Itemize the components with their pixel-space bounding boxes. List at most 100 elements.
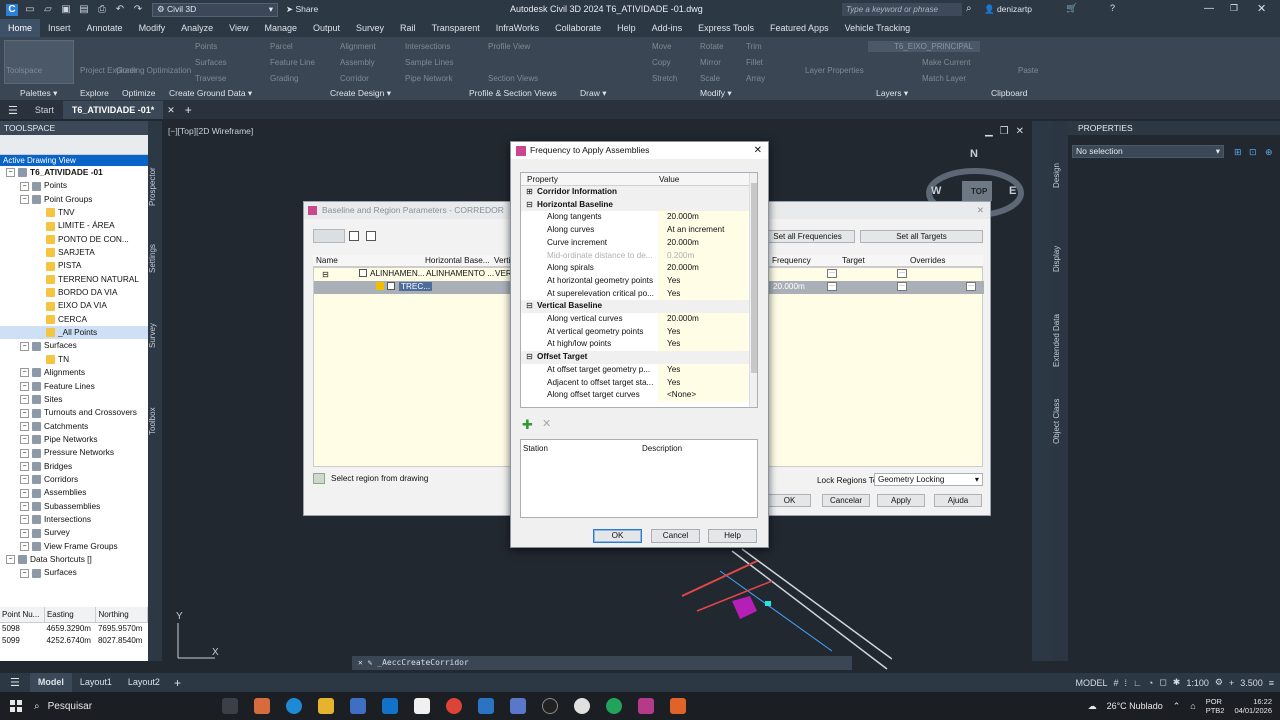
edge-icon[interactable] [286,698,302,714]
tree-item[interactable]: − Alignments [0,366,148,379]
polar-icon[interactable]: ◔ [1148,678,1153,688]
property-row[interactable]: Along curves At an increment [521,224,749,237]
mirror-tool[interactable]: Mirror [700,58,721,67]
expand-icon[interactable]: − [20,421,29,431]
property-value[interactable]: Yes [658,338,748,352]
panel-create-ground-data[interactable]: Create Ground Data ▾ [169,88,252,99]
tab-insert[interactable]: Insert [40,19,79,37]
weather-text[interactable]: 26°C Nublado [1107,701,1163,711]
tab-add-ins[interactable]: Add-ins [644,19,691,37]
expand-icon[interactable]: − [20,461,29,471]
task-view-icon[interactable] [222,698,238,714]
close-icon[interactable]: ✕ [1016,126,1024,137]
vertical-scrollbar[interactable] [749,173,757,407]
property-value[interactable]: Yes [658,363,748,377]
open-file-icon[interactable]: ▱ [42,4,54,16]
property-row[interactable]: At vertical geometry points Yes [521,325,749,339]
osnap-icon[interactable]: ◻ [1159,677,1166,688]
col-name[interactable]: Name [316,256,338,265]
property-value[interactable]: 20.000m [658,236,748,250]
property-category[interactable]: ⊟ Offset Target [521,351,749,364]
tree-item[interactable]: PONTO DE CON... [0,233,148,246]
ok-button[interactable]: OK [768,494,811,507]
tree-item[interactable]: TN [0,353,148,366]
tab-annotate[interactable]: Annotate [79,19,131,37]
tree-item[interactable]: BORDO DA VIA [0,286,148,299]
sample-lines-tool[interactable]: Sample Lines [405,58,453,67]
property-value[interactable]: 20.000m [658,262,748,275]
tab-drawing[interactable]: T6_ATIVIDADE -01* [62,101,164,119]
restore-icon[interactable]: ❐ [1000,126,1009,137]
tab-view[interactable]: View [221,19,256,37]
panel-clipboard[interactable]: Clipboard [991,88,1027,98]
region-checkbox[interactable] [387,282,395,290]
expand-icon[interactable]: − [20,568,29,578]
property-value[interactable]: Yes [658,287,748,301]
tree-item[interactable]: − Subassemblies [0,500,148,513]
property-row[interactable]: Along vertical curves 20.000m [521,313,749,326]
annotation-scale-icon[interactable]: ✱ [1173,677,1181,688]
undo-icon[interactable]: ↶ [114,4,126,16]
cancel-button[interactable]: Cancelar [822,494,870,507]
property-row[interactable]: Curve increment 20.000m [521,236,749,250]
col-station[interactable]: Station [523,444,548,453]
property-row[interactable]: Adjacent to offset target sta... Yes [521,376,749,390]
recorder-icon[interactable] [670,698,686,714]
close-icon[interactable]: ✕ [977,202,984,219]
tab-object-class[interactable]: Object Class [1052,396,1066,446]
tree-item[interactable]: − Catchments [0,420,148,433]
plot-icon[interactable]: ⎙ [96,4,108,16]
property-value[interactable]: Yes [658,274,748,288]
select-region-button[interactable]: Select region from drawing [313,472,508,486]
command-text[interactable]: _AeccCreateCorridor [377,658,469,667]
expand-icon[interactable]: − [20,528,29,538]
cart-icon[interactable]: 🛒 [1066,3,1077,14]
app-logo-icon[interactable]: C [6,3,18,16]
tab-display[interactable]: Display [1052,239,1066,279]
expand-icon[interactable]: − [20,181,29,191]
col-easting[interactable]: Easting [44,607,97,623]
tree-item[interactable]: LIMITE - ÁREA [0,219,148,232]
value-display[interactable]: 3.500 [1240,678,1263,688]
add-station-icon[interactable]: ✚ [522,418,535,431]
property-row[interactable]: Mid-ordinate distance to de... 0.200m [521,249,749,263]
points-tool[interactable]: Points [195,42,217,51]
expand-icon[interactable] [34,355,43,364]
scale-tool[interactable]: Scale [700,74,720,83]
property-value[interactable]: <None> [658,389,748,402]
tab-manage[interactable]: Manage [256,19,305,37]
tab-help[interactable]: Help [609,19,644,37]
tree-expand-buttons[interactable] [313,229,345,243]
expand-icon[interactable]: − [20,381,29,391]
tab-analyze[interactable]: Analyze [173,19,221,37]
tab-layout2[interactable]: Layout2 [120,673,168,692]
alignment-tool[interactable]: Alignment [340,42,376,51]
expand-icon[interactable]: − [6,168,15,178]
col-overrides[interactable]: Overrides [910,256,946,265]
tab-layout1[interactable]: Layout1 [72,673,120,692]
tab-express-tools[interactable]: Express Tools [690,19,762,37]
expand-icon[interactable]: − [6,555,15,565]
network-icon[interactable]: ⌂ [1190,701,1195,711]
expand-icon[interactable] [34,328,43,337]
expand-icon[interactable] [34,275,43,284]
tree-item[interactable]: PISTA [0,259,148,272]
settings-app-icon[interactable] [574,698,590,714]
feature-line-tool[interactable]: Feature Line [270,58,315,67]
workspace-switch-icon[interactable]: ⚙ [1215,677,1223,688]
expand-icon[interactable]: − [20,408,29,418]
expand-icon[interactable]: − [20,475,29,485]
search-icon[interactable]: ⌕ [966,3,972,14]
select-objects-icon[interactable]: ⊡ [1249,147,1257,158]
table-row[interactable]: 5099 4252.6740m 8027.8540m [0,634,148,646]
parcel-tool[interactable]: Parcel [270,42,293,51]
surfaces-tool[interactable]: Surfaces [195,58,227,67]
expand-icon[interactable] [34,235,43,244]
viewport-controls[interactable]: [−][Top][2D Wireframe] [168,126,253,136]
property-value[interactable]: 20.000m [658,211,748,225]
frequency-browse-button[interactable]: ··· [827,282,837,291]
expand-icon[interactable] [34,222,43,231]
tab-survey[interactable]: Survey [348,19,392,37]
calculator-icon[interactable] [510,698,526,714]
pipe-network-tool[interactable]: Pipe Network [405,74,453,83]
